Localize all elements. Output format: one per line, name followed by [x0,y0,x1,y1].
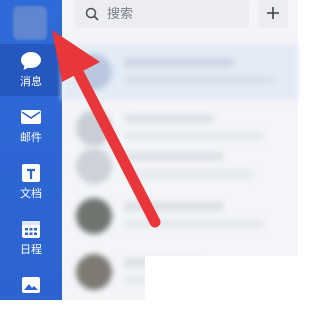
plus-icon [266,5,280,24]
sidebar: 消息 邮件 文档 日程 [0,0,62,300]
add-button[interactable] [258,0,288,28]
sidebar-item-more[interactable] [0,268,62,320]
chat-bubble-icon [19,50,43,72]
list-item[interactable] [62,44,298,100]
user-avatar[interactable] [13,6,47,40]
content-area [145,256,298,300]
document-icon [19,162,43,184]
search-box[interactable] [75,0,249,28]
sidebar-item-label: 邮件 [20,131,42,144]
sidebar-item-calendar[interactable]: 日程 [0,212,62,264]
mountain-image-icon [19,274,43,296]
search-icon [85,7,99,21]
sidebar-item-mail[interactable]: 邮件 [0,100,62,152]
sidebar-item-label: 日程 [20,243,42,256]
sidebar-item-messages[interactable]: 消息 [0,44,62,96]
sidebar-item-docs[interactable]: 文档 [0,156,62,208]
list-item[interactable] [62,188,298,244]
calendar-icon [19,218,43,240]
sidebar-item-label: 文档 [20,187,42,200]
list-item[interactable] [62,138,298,194]
mail-icon [19,106,43,128]
search-input[interactable] [105,5,239,23]
sidebar-item-label: 消息 [20,75,42,88]
